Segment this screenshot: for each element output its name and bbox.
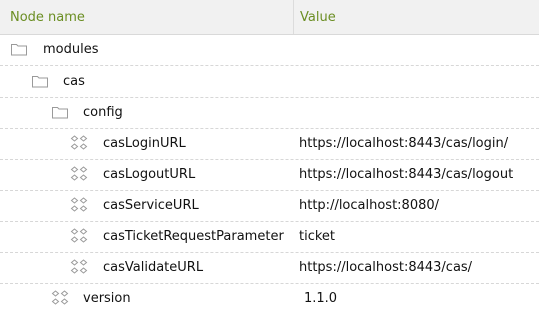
tree-row-casTicketRequestParameter[interactable]: casTicketRequestParameter ticket [0, 221, 539, 253]
node-label: cas [63, 74, 85, 89]
property-node-icon [70, 166, 88, 181]
node-tree: Node name Value modules cas config casLo… [0, 0, 539, 311]
property-node-icon [70, 228, 88, 243]
property-node-icon [70, 135, 88, 150]
tree-row-version[interactable]: version 1.1.0 [0, 283, 539, 311]
node-value: ticket [299, 229, 336, 244]
property-node-icon [70, 259, 88, 274]
column-header-node-name[interactable]: Node name [10, 10, 85, 26]
property-node-icon [70, 197, 88, 212]
tree-row-casLogoutURL[interactable]: casLogoutURL https://localhost:8443/cas/… [0, 159, 539, 191]
node-label: config [83, 105, 123, 120]
node-label: version [83, 291, 131, 306]
tree-row-casServiceURL[interactable]: casServiceURL http://localhost:8080/ [0, 190, 539, 222]
tree-row-config[interactable]: config [0, 97, 539, 129]
tree-row-modules[interactable]: modules [0, 34, 539, 66]
node-label: casLogoutURL [103, 167, 196, 182]
node-label: casValidateURL [103, 260, 204, 275]
node-label: casServiceURL [103, 198, 199, 213]
node-value: https://localhost:8443/cas/logout [299, 167, 514, 182]
node-label: casLoginURL [103, 136, 186, 151]
column-divider[interactable] [293, 0, 294, 34]
node-label: casTicketRequestParameter [103, 229, 284, 244]
node-value: https://localhost:8443/cas/login/ [299, 136, 509, 151]
folder-icon [32, 76, 48, 88]
node-value: http://localhost:8080/ [299, 198, 440, 213]
folder-icon [11, 44, 27, 56]
node-value: https://localhost:8443/cas/ [299, 260, 473, 275]
folder-icon [52, 107, 68, 119]
tree-row-cas[interactable]: cas [0, 66, 539, 98]
tree-row-casLoginURL[interactable]: casLoginURL https://localhost:8443/cas/l… [0, 128, 539, 160]
table-header: Node name Value [0, 0, 539, 35]
property-node-icon [51, 290, 69, 305]
tree-row-casValidateURL[interactable]: casValidateURL https://localhost:8443/ca… [0, 252, 539, 284]
column-header-value[interactable]: Value [300, 10, 336, 26]
node-value: 1.1.0 [304, 291, 338, 306]
node-label: modules [43, 42, 99, 57]
